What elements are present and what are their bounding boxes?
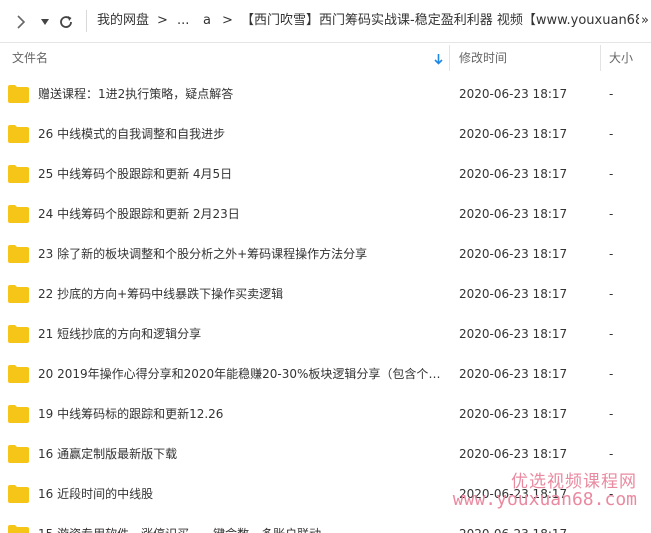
file-name[interactable]: 19 中线筹码标的跟踪和更新12.26 xyxy=(38,394,448,434)
file-size: - xyxy=(609,207,614,221)
file-size: - xyxy=(609,487,614,501)
folder-icon xyxy=(8,525,29,533)
folder-icon xyxy=(8,485,29,503)
file-size: - xyxy=(609,247,614,261)
file-name[interactable]: 21 短线抄底的方向和逻辑分享 xyxy=(38,314,448,354)
chevron-left-icon xyxy=(17,14,26,29)
folder-icon xyxy=(8,245,29,263)
folder-icon xyxy=(8,205,29,223)
folder-icon xyxy=(8,325,29,343)
file-modified-time: 2020-06-23 18:17 xyxy=(459,487,568,501)
file-name[interactable]: 26 中线模式的自我调整和自我进步 xyxy=(38,114,448,154)
file-name[interactable]: 25 中线筹码个股跟踪和更新 4月5日 xyxy=(38,154,448,194)
file-modified-time: 2020-06-23 18:17 xyxy=(459,367,568,381)
file-name[interactable]: 24 中线筹码个股跟踪和更新 2月23日 xyxy=(38,194,448,234)
file-name[interactable]: 22 抄底的方向+筹码中线暴跌下操作买卖逻辑 xyxy=(38,274,448,314)
file-modified-time: 2020-06-23 18:17 xyxy=(459,407,568,421)
file-row[interactable]: 16 通赢定制版最新版下载 2020-06-23 18:17 - xyxy=(0,434,651,474)
caret-down-icon xyxy=(41,18,49,25)
file-modified-time: 2020-06-23 18:17 xyxy=(459,514,567,533)
history-dropdown-button[interactable] xyxy=(40,0,50,42)
file-size: - xyxy=(609,407,614,421)
file-name[interactable]: 23 除了新的板块调整和个股分析之外+筹码课程操作方法分享 xyxy=(38,234,448,274)
file-name[interactable]: 赠送课程：1进2执行策略，疑点解答 xyxy=(38,74,448,114)
header-filename[interactable]: 文件名 xyxy=(12,43,48,73)
folder-icon xyxy=(8,125,29,143)
file-modified-time: 2020-06-23 18:17 xyxy=(459,207,568,221)
folder-icon xyxy=(8,445,29,463)
refresh-icon xyxy=(60,15,72,28)
breadcrumb-item-a[interactable]: a xyxy=(203,0,211,42)
folder-icon xyxy=(8,365,29,383)
file-modified-time: 2020-06-23 18:17 xyxy=(459,327,568,341)
folder-icon xyxy=(8,285,29,303)
header-size[interactable]: 大小 xyxy=(609,43,633,73)
file-row[interactable]: 22 抄底的方向+筹码中线暴跌下操作买卖逻辑 2020-06-23 18:17 - xyxy=(0,274,651,314)
refresh-button[interactable] xyxy=(58,0,74,42)
file-row[interactable]: 23 除了新的板块调整和个股分析之外+筹码课程操作方法分享 2020-06-23 … xyxy=(0,234,651,274)
file-name[interactable]: 16 近段时间的中线股 xyxy=(38,474,448,514)
folder-icon xyxy=(8,405,29,423)
file-name[interactable]: 20 2019年操作心得分享和2020年能稳赚20-30%板块逻辑分享（包含个股… xyxy=(38,354,448,394)
file-size: - xyxy=(609,447,614,461)
file-modified-time: 2020-06-23 18:17 xyxy=(459,127,568,141)
sort-button[interactable] xyxy=(434,43,443,73)
breadcrumb-ellipsis[interactable]: ... xyxy=(177,0,189,42)
header-modified-time[interactable]: 修改时间 xyxy=(459,43,507,73)
folder-icon xyxy=(8,165,29,183)
file-size: - xyxy=(609,327,614,341)
breadcrumb-root[interactable]: 我的网盘 xyxy=(97,0,149,42)
file-row[interactable]: 25 中线筹码个股跟踪和更新 4月5日 2020-06-23 18:17 - xyxy=(0,154,651,194)
header-divider[interactable] xyxy=(449,45,450,71)
back-button[interactable] xyxy=(15,0,26,42)
file-row[interactable]: 赠送课程：1进2执行策略，疑点解答 2020-06-23 18:17 - xyxy=(0,74,651,114)
file-row[interactable]: 26 中线模式的自我调整和自我进步 2020-06-23 18:17 - xyxy=(0,114,651,154)
file-modified-time: 2020-06-23 18:17 xyxy=(459,167,568,181)
file-modified-time: 2020-06-23 18:17 xyxy=(459,287,568,301)
file-name[interactable]: 15 游资专用软件，涨停识买——键命数，多账户联动 xyxy=(38,514,448,533)
file-row[interactable]: 24 中线筹码个股跟踪和更新 2月23日 2020-06-23 18:17 - xyxy=(0,194,651,234)
file-list: 赠送课程：1进2执行策略，疑点解答 2020-06-23 18:17-26 中线模… xyxy=(0,73,651,533)
header-divider[interactable] xyxy=(600,45,601,71)
file-row[interactable]: 16 近段时间的中线股 2020-06-23 18:17 - xyxy=(0,474,651,514)
file-modified-time: 2020-06-23 18:17 xyxy=(459,87,568,101)
breadcrumb-separator: > xyxy=(222,13,233,28)
file-modified-time: 2020-06-23 18:17 xyxy=(459,447,568,461)
file-row[interactable]: 21 短线抄底的方向和逻辑分享 2020-06-23 18:17 - xyxy=(0,314,651,354)
column-header: 文件名 修改时间 大小 xyxy=(0,43,651,73)
file-size: - xyxy=(609,127,614,141)
file-size: - xyxy=(609,167,614,181)
file-size: - xyxy=(609,514,613,533)
toolbar-divider xyxy=(86,10,87,32)
breadcrumb-separator: > xyxy=(157,13,168,28)
sort-down-arrow-icon xyxy=(434,53,443,65)
folder-icon xyxy=(8,85,29,103)
file-row[interactable]: 20 2019年操作心得分享和2020年能稳赚20-30%板块逻辑分享（包含个股… xyxy=(0,354,651,394)
file-row[interactable]: 15 游资专用软件，涨停识买——键命数，多账户联动 2020-06-23 18:1… xyxy=(0,514,651,533)
file-size: - xyxy=(609,287,614,301)
toolbar: 我的网盘 > ... a > 【西门吹雪】西门筹码实战课-稳定盈利利器 视频【w… xyxy=(0,0,651,43)
breadcrumb-overflow-button[interactable]: » xyxy=(641,0,649,42)
file-size: - xyxy=(609,367,614,381)
file-size: - xyxy=(609,87,614,101)
breadcrumb-current-folder[interactable]: 【西门吹雪】西门筹码实战课-稳定盈利利器 视频【www.youxuan68.co… xyxy=(241,0,639,42)
file-modified-time: 2020-06-23 18:17 xyxy=(459,247,568,261)
file-name[interactable]: 16 通赢定制版最新版下载 xyxy=(38,434,448,474)
file-row[interactable]: 19 中线筹码标的跟踪和更新12.26 2020-06-23 18:17 - xyxy=(0,394,651,434)
